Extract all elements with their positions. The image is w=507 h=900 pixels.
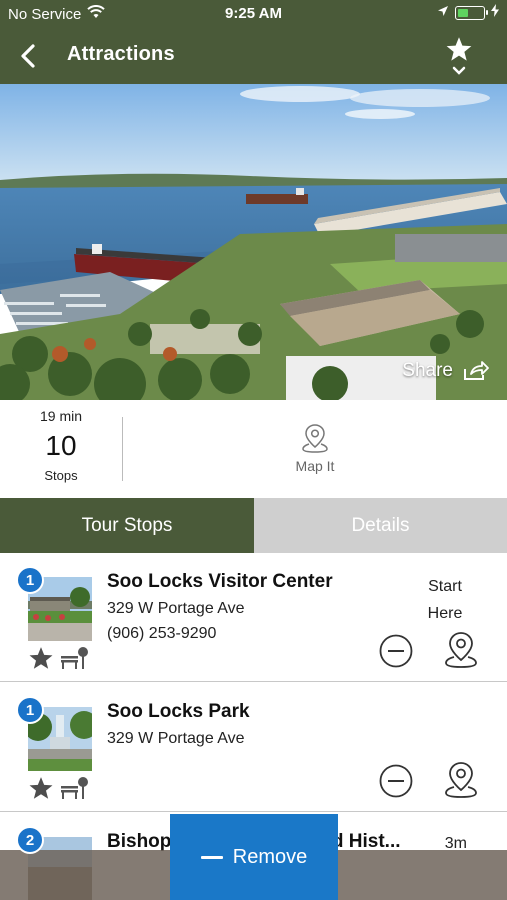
- park-bench-icon: [61, 777, 88, 799]
- remove-label: Remove: [232, 845, 308, 868]
- share-button[interactable]: Share: [402, 360, 489, 382]
- stop-phone[interactable]: (906) 253-9290: [107, 625, 216, 643]
- segmented-tabs: Tour Stops Details: [0, 498, 507, 553]
- category-icons: [28, 645, 88, 671]
- map-pin-icon[interactable]: [443, 761, 479, 799]
- star-icon: [446, 37, 472, 61]
- navigation-bar: Attractions: [0, 28, 507, 84]
- favorite-button[interactable]: [439, 36, 479, 80]
- map-it-label: Map It: [295, 458, 335, 474]
- stop-address: 329 W Portage Ave: [107, 600, 245, 617]
- start-here-label: Start Here: [427, 578, 463, 622]
- tab-details[interactable]: Details: [254, 498, 507, 553]
- chevron-left-icon: [21, 44, 35, 68]
- remove-stop-icon[interactable]: [379, 634, 413, 668]
- status-bar: No Service 9:25 AM: [0, 0, 507, 28]
- star-icon: [29, 646, 53, 669]
- remove-stop-icon[interactable]: [379, 764, 413, 798]
- tour-duration: 19 min: [39, 408, 83, 424]
- share-label: Share: [402, 360, 453, 381]
- location-arrow-icon: [437, 4, 449, 21]
- map-pin-icon: [302, 424, 328, 453]
- stop-name: Soo Locks Park: [107, 701, 250, 722]
- stop-number-badge: 2: [16, 826, 44, 854]
- category-icons: [28, 775, 88, 801]
- stop-number-badge: 1: [16, 696, 44, 724]
- charging-bolt-icon: [491, 4, 499, 21]
- stop-number-badge: 1: [16, 566, 44, 594]
- battery-icon: [455, 5, 488, 20]
- status-right: [437, 4, 499, 21]
- stop-unit-label: Stops: [44, 468, 78, 483]
- status-time: 9:25 AM: [225, 5, 282, 22]
- stop-address: 329 W Portage Ave: [107, 730, 245, 747]
- tour-summary: 19 min 10 Stops Map It: [0, 400, 507, 498]
- map-it-button[interactable]: Map It: [270, 422, 360, 474]
- hero-photo: Share: [0, 84, 507, 400]
- park-bench-icon: [61, 647, 88, 669]
- chevron-down-icon: [452, 66, 466, 75]
- back-button[interactable]: [10, 38, 46, 74]
- minus-icon: [200, 855, 223, 859]
- summary-divider: [122, 417, 123, 481]
- stop-count: 10: [45, 430, 77, 461]
- tab-tour-stops[interactable]: Tour Stops: [0, 498, 254, 553]
- star-icon: [29, 776, 53, 799]
- stop-name: Soo Locks Visitor Center: [107, 571, 333, 592]
- list-item[interactable]: 1 Soo Locks Park 329 W Portage Ave: [0, 683, 507, 812]
- page-title: Attractions: [67, 43, 175, 65]
- share-arrow-icon: [464, 361, 489, 380]
- map-pin-icon[interactable]: [443, 631, 479, 669]
- list-item[interactable]: 1 Soo Locks Visitor Center 329 W Portage…: [0, 553, 507, 682]
- remove-button[interactable]: Remove: [170, 814, 338, 900]
